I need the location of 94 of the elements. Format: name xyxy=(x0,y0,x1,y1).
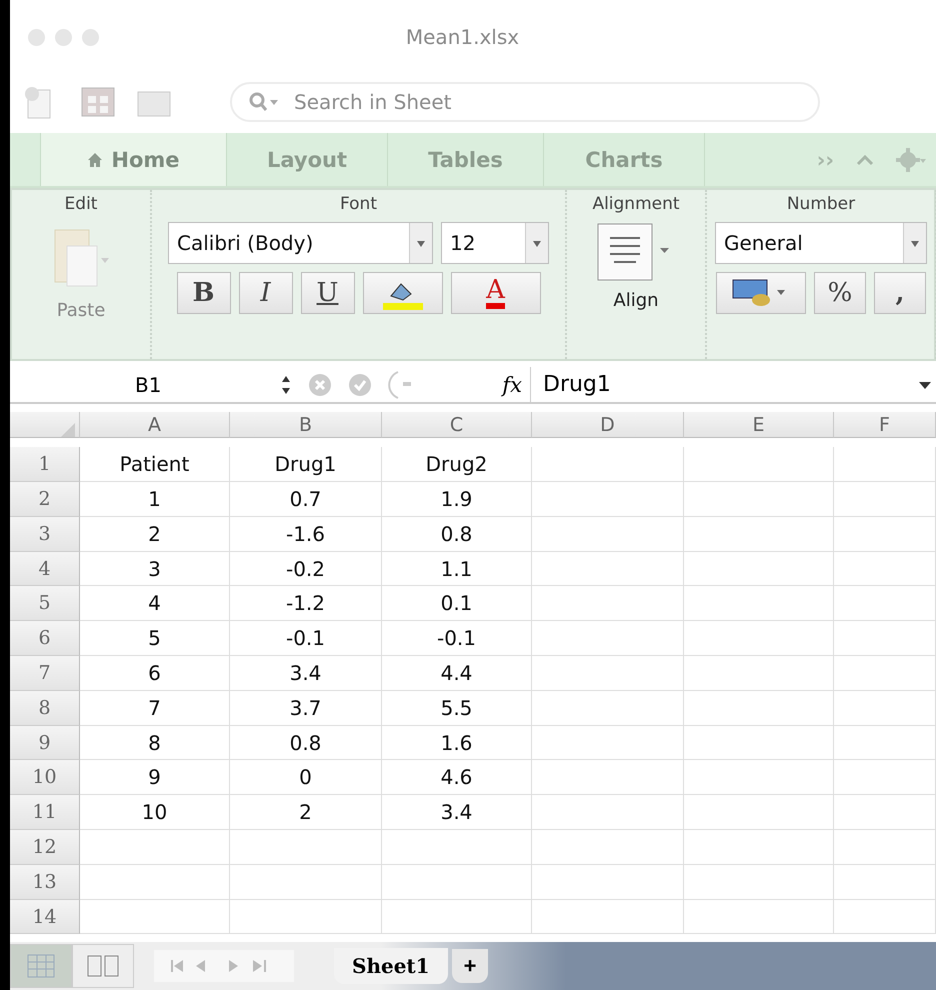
column-header[interactable]: C xyxy=(382,412,532,438)
table-cell: 0.1 xyxy=(382,586,532,622)
close-button[interactable] xyxy=(28,28,45,46)
comma-button[interactable]: , xyxy=(874,272,926,314)
currency-button[interactable] xyxy=(716,272,806,314)
table-cell: 3 xyxy=(80,552,230,586)
corner-triangle-icon xyxy=(61,423,75,438)
window-title: Mean1.xlsx xyxy=(404,25,520,50)
formula-field[interactable]: Drug1 xyxy=(530,366,914,402)
table-cell: 1 xyxy=(80,482,230,517)
cancel-icon[interactable] xyxy=(308,372,332,397)
table-cell: -0.1 xyxy=(382,621,532,656)
column-header[interactable]: F xyxy=(834,412,936,438)
row-header[interactable]: 5 xyxy=(10,586,80,622)
settings-icon[interactable] xyxy=(896,148,926,172)
confirm-icon[interactable] xyxy=(348,372,372,397)
row-header[interactable]: 3 xyxy=(10,516,80,552)
row-header[interactable]: 10 xyxy=(10,760,80,796)
table-cell: 5.5 xyxy=(382,690,532,726)
table-cell: 1.9 xyxy=(382,482,532,517)
table-cell: 0.8 xyxy=(382,516,532,552)
format-button[interactable]: U xyxy=(300,272,354,314)
column-header[interactable]: A xyxy=(80,412,230,438)
name-box[interactable]: B1 xyxy=(10,372,280,397)
column-header[interactable]: B xyxy=(230,412,382,438)
number-format-dropdown[interactable]: General xyxy=(715,222,927,264)
table-cell: Drug1 xyxy=(230,447,382,482)
row-header[interactable]: 12 xyxy=(10,830,80,865)
table-cell: Drug2 xyxy=(382,447,532,482)
row-header[interactable]: 13 xyxy=(10,864,80,900)
format-button[interactable]: I xyxy=(238,272,292,314)
grid-view-icon xyxy=(26,953,56,980)
table-cell: 10 xyxy=(80,795,230,830)
font-name-dropdown[interactable]: Calibri (Body) xyxy=(168,222,433,264)
table-cell: -0.1 xyxy=(230,621,382,656)
zoom-button[interactable] xyxy=(82,28,99,46)
table-cell: 2 xyxy=(80,516,230,552)
row-header[interactable]: 4 xyxy=(10,552,80,586)
search-field[interactable]: Search in Sheet xyxy=(230,82,820,122)
table-cell: 4 xyxy=(80,586,230,622)
row-header[interactable]: 8 xyxy=(10,690,80,726)
font-size-dropdown[interactable]: 12 xyxy=(441,222,549,264)
sheet-tab[interactable]: Sheet1 xyxy=(334,948,448,984)
table-cell: -1.2 xyxy=(230,586,382,622)
table-cell: 3.7 xyxy=(230,690,382,726)
table-cell: 0.8 xyxy=(230,726,382,760)
group-title: Number xyxy=(786,194,856,214)
table-cell: Patient xyxy=(80,447,230,482)
table-cell: 6 xyxy=(80,656,230,691)
select-all-corner[interactable] xyxy=(10,412,80,438)
table-cell: 5 xyxy=(80,621,230,656)
row-header[interactable]: 11 xyxy=(10,795,80,830)
minimize-button[interactable] xyxy=(55,28,72,46)
insert-function-button[interactable]: fx xyxy=(502,372,530,397)
percent-button[interactable]: % xyxy=(814,272,866,314)
column-header[interactable]: E xyxy=(684,412,834,438)
table-cell: 4.4 xyxy=(382,656,532,691)
font-color-button[interactable]: A xyxy=(450,272,540,314)
ribbon-tab[interactable]: Home xyxy=(40,132,227,186)
table-cell: 7 xyxy=(80,690,230,726)
fill-color-button[interactable] xyxy=(362,272,442,314)
pages-icon xyxy=(86,953,120,980)
table-cell: 1.1 xyxy=(382,552,532,586)
group-title: Font xyxy=(340,194,377,214)
table-cell: 3.4 xyxy=(382,795,532,830)
table-cell: -1.6 xyxy=(230,516,382,552)
row-header[interactable]: 1 xyxy=(10,447,80,482)
table-cell: 0.7 xyxy=(230,482,382,517)
format-button[interactable]: B xyxy=(176,272,230,314)
table-cell: 2 xyxy=(230,795,382,830)
add-sheet-button[interactable]: + xyxy=(452,949,488,984)
table-cell: 0 xyxy=(230,760,382,796)
paste-button[interactable]: Paste xyxy=(56,300,106,322)
column-header[interactable]: D xyxy=(532,412,684,438)
page-layout-button[interactable] xyxy=(72,944,134,988)
row-header[interactable]: 7 xyxy=(10,656,80,691)
table-cell: 8 xyxy=(80,726,230,760)
row-header[interactable]: 9 xyxy=(10,726,80,760)
table-cell: 1.6 xyxy=(382,726,532,760)
table-cell: 3.4 xyxy=(230,656,382,691)
normal-view-button[interactable] xyxy=(10,944,72,988)
group-title: Alignment xyxy=(592,194,680,214)
align-label: Align xyxy=(613,290,659,312)
table-cell: 9 xyxy=(80,760,230,796)
home-icon xyxy=(87,152,104,168)
table-cell: 4.6 xyxy=(382,760,532,796)
row-header[interactable]: 6 xyxy=(10,621,80,656)
group-title: Edit xyxy=(64,194,98,214)
row-header[interactable]: 14 xyxy=(10,900,80,934)
stepper-icon[interactable] xyxy=(280,374,292,396)
collapse-ribbon-icon[interactable] xyxy=(856,154,874,166)
row-header[interactable]: 2 xyxy=(10,482,80,517)
search-input[interactable]: Search in Sheet xyxy=(292,88,818,115)
table-cell: -0.2 xyxy=(230,552,382,586)
